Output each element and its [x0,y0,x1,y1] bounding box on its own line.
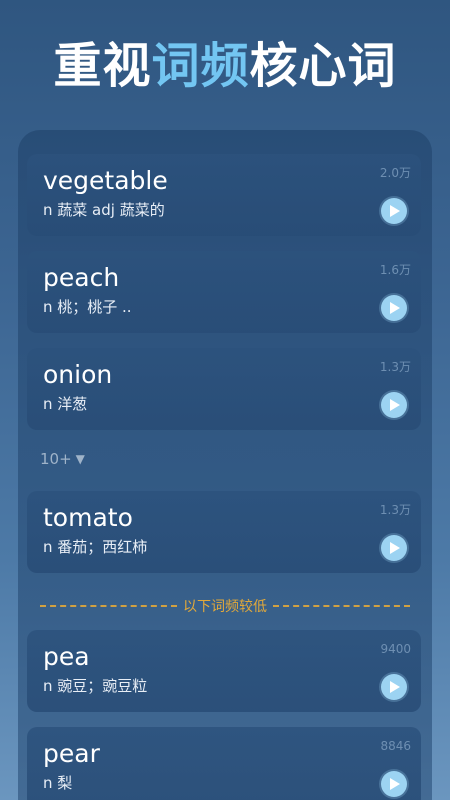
word-card[interactable]: pea n 豌豆；豌豆粒 9400 [27,630,421,712]
more-count-label: 10+ [40,450,72,468]
divider-line-left [40,605,177,607]
triangle-down-icon: ▼ [75,452,85,466]
word-text: peach [43,263,120,292]
word-card[interactable]: peach n 桃；桃子 .. 1.6万 [27,251,421,333]
headline-part1: 重视 [53,38,152,94]
play-audio-button[interactable] [381,535,407,561]
word-meaning: n 梨 [43,774,73,792]
word-frequency: 8846 [380,739,411,753]
word-card[interactable]: onion n 洋葱 1.3万 [27,348,421,430]
headline-highlight: 词频 [151,38,250,94]
word-frequency: 1.3万 [379,360,411,374]
word-card[interactable]: vegetable n 蔬菜 adj 蔬菜的 2.0万 [27,154,421,236]
play-icon [390,542,400,554]
word-card[interactable]: pear n 梨 8846 [27,727,421,800]
word-meaning: n 番茄；西红柿 [43,538,148,556]
word-frequency: 2.0万 [379,166,411,180]
word-frequency: 1.3万 [379,503,411,517]
divider-label: 以下词频较低 [183,599,267,615]
word-text: onion [43,360,113,389]
word-frequency: 9400 [380,642,411,656]
play-icon [390,778,400,790]
low-frequency-divider: 以下词频较低 [40,596,410,616]
word-text: pear [43,739,100,768]
word-text: vegetable [43,166,168,195]
word-frequency: 1.6万 [379,263,411,277]
play-audio-button[interactable] [381,392,407,418]
page-headline: 重视词频核心词 [0,36,450,96]
expand-more-button[interactable]: 10+ ▼ [40,450,85,468]
headline-part2: 核心词 [249,38,397,94]
word-meaning: n 桃；桃子 .. [43,298,132,316]
divider-line-right [273,605,410,607]
word-text: tomato [43,503,133,532]
word-text: pea [43,642,90,671]
play-audio-button[interactable] [381,198,407,224]
play-icon [390,205,400,217]
play-audio-button[interactable] [381,771,407,797]
word-meaning: n 豌豆；豌豆粒 [43,677,148,695]
play-icon [390,399,400,411]
play-icon [390,302,400,314]
word-meaning: n 洋葱 [43,395,88,413]
word-meaning: n 蔬菜 adj 蔬菜的 [43,201,165,219]
word-card[interactable]: tomato n 番茄；西红柿 1.3万 [27,491,421,573]
play-icon [390,681,400,693]
play-audio-button[interactable] [381,295,407,321]
play-audio-button[interactable] [381,674,407,700]
